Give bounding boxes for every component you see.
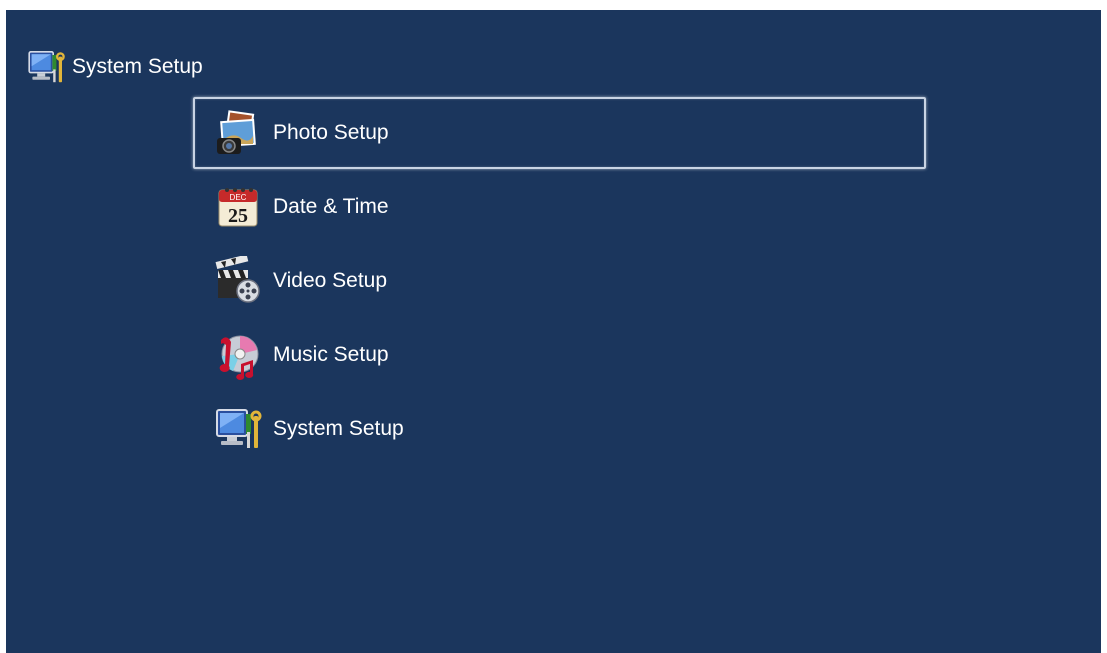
menu-item-label: Video Setup [273, 269, 388, 292]
setup-screen: System Setup Photo Setup DEC 25 Date & T… [6, 10, 1101, 653]
menu-item-label: Date & Time [273, 195, 389, 218]
page-header: System Setup [26, 46, 203, 88]
calendar-month: DEC [230, 193, 247, 202]
page-title: System Setup [72, 55, 203, 78]
calendar-icon: DEC 25 [213, 182, 263, 232]
menu-item-system-setup[interactable]: System Setup [193, 393, 926, 465]
video-setup-icon [213, 256, 263, 306]
menu-item-music-setup[interactable]: Music Setup [193, 319, 926, 391]
menu-item-video-setup[interactable]: Video Setup [193, 245, 926, 317]
calendar-day: 25 [228, 205, 248, 227]
setup-menu: Photo Setup DEC 25 Date & Time Video Set… [193, 97, 926, 467]
system-setup-icon [26, 47, 66, 87]
menu-item-label: Photo Setup [273, 121, 389, 144]
system-setup-icon [213, 404, 263, 454]
menu-item-label: Music Setup [273, 343, 389, 366]
menu-item-label: System Setup [273, 417, 404, 440]
photo-setup-icon [213, 108, 263, 158]
music-setup-icon [213, 330, 263, 380]
menu-item-date-time[interactable]: DEC 25 Date & Time [193, 171, 926, 243]
menu-item-photo-setup[interactable]: Photo Setup [193, 97, 926, 169]
